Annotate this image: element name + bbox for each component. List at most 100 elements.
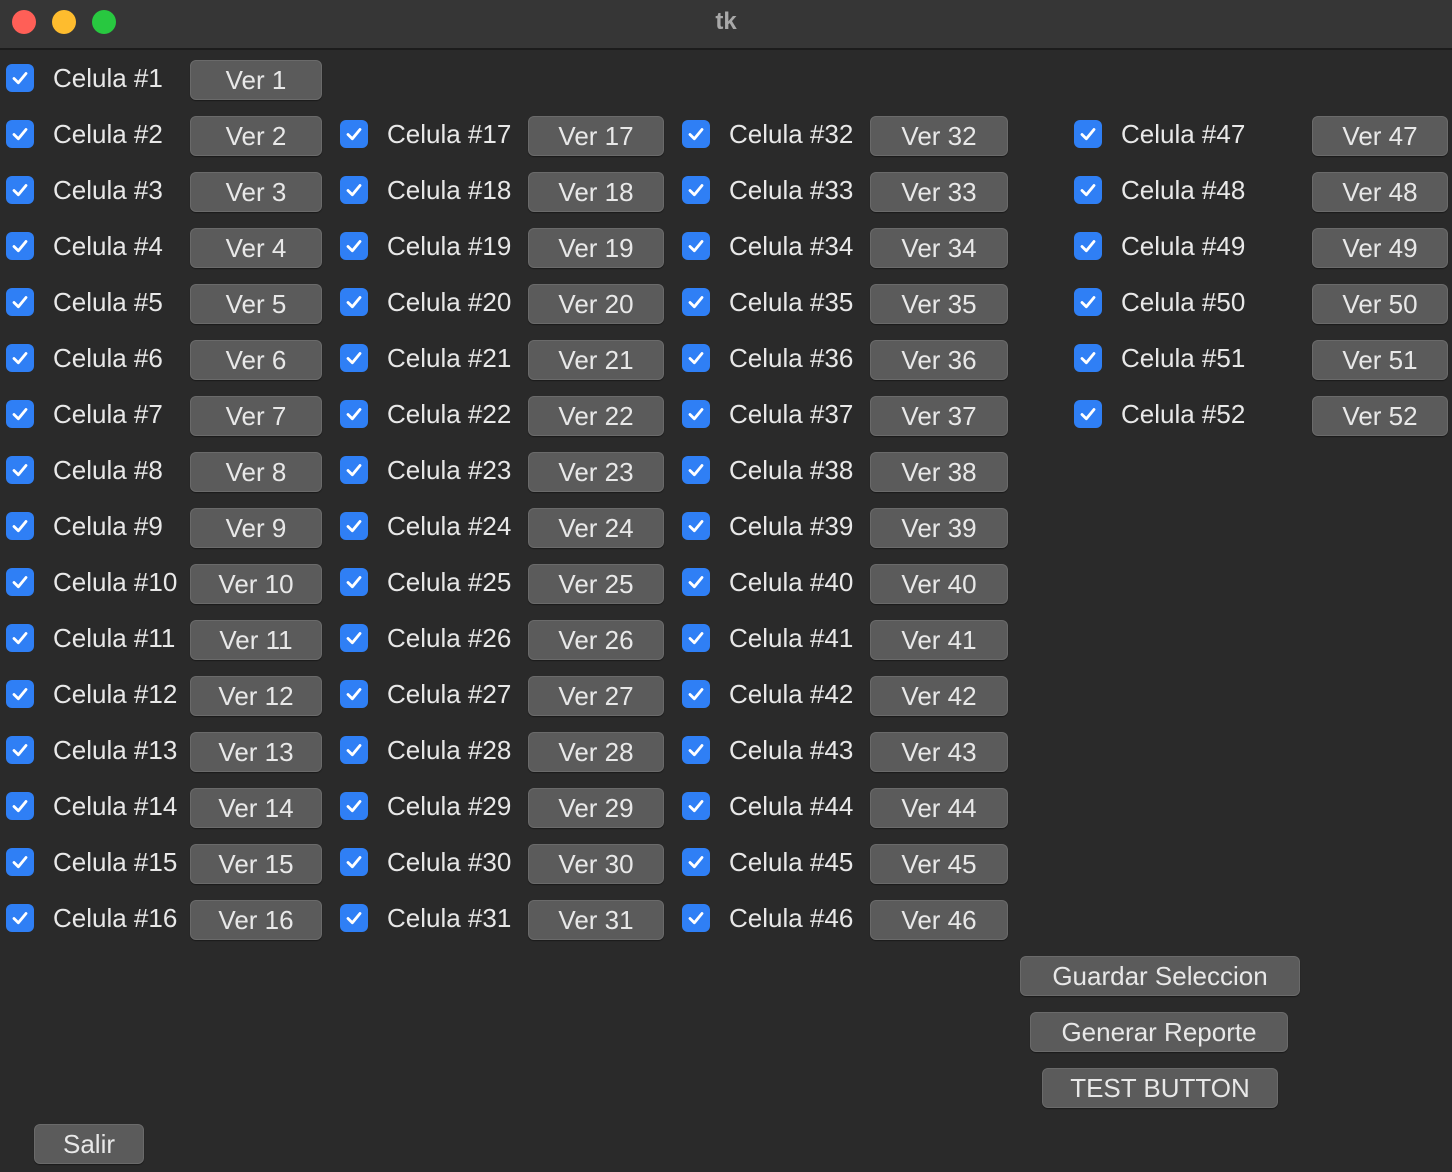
ver-button-47[interactable]: Ver 47 bbox=[1312, 116, 1448, 156]
cell-checkbox-1[interactable] bbox=[6, 64, 34, 92]
cell-checkbox-4[interactable] bbox=[6, 232, 34, 260]
ver-button-19[interactable]: Ver 19 bbox=[528, 228, 664, 268]
cell-checkbox-36[interactable] bbox=[682, 344, 710, 372]
ver-button-51[interactable]: Ver 51 bbox=[1312, 340, 1448, 380]
cell-checkbox-41[interactable] bbox=[682, 624, 710, 652]
ver-button-37[interactable]: Ver 37 bbox=[870, 396, 1008, 436]
cell-checkbox-12[interactable] bbox=[6, 680, 34, 708]
ver-button-35[interactable]: Ver 35 bbox=[870, 284, 1008, 324]
cell-checkbox-11[interactable] bbox=[6, 624, 34, 652]
ver-button-34[interactable]: Ver 34 bbox=[870, 228, 1008, 268]
cell-checkbox-24[interactable] bbox=[340, 512, 368, 540]
cell-checkbox-18[interactable] bbox=[340, 176, 368, 204]
ver-button-48[interactable]: Ver 48 bbox=[1312, 172, 1448, 212]
cell-checkbox-46[interactable] bbox=[682, 904, 710, 932]
cell-checkbox-8[interactable] bbox=[6, 456, 34, 484]
cell-checkbox-35[interactable] bbox=[682, 288, 710, 316]
ver-button-8[interactable]: Ver 8 bbox=[190, 452, 322, 492]
cell-checkbox-3[interactable] bbox=[6, 176, 34, 204]
cell-checkbox-15[interactable] bbox=[6, 848, 34, 876]
ver-button-44[interactable]: Ver 44 bbox=[870, 788, 1008, 828]
cell-checkbox-27[interactable] bbox=[340, 680, 368, 708]
ver-button-50[interactable]: Ver 50 bbox=[1312, 284, 1448, 324]
cell-checkbox-48[interactable] bbox=[1074, 176, 1102, 204]
ver-button-43[interactable]: Ver 43 bbox=[870, 732, 1008, 772]
ver-button-21[interactable]: Ver 21 bbox=[528, 340, 664, 380]
ver-button-1[interactable]: Ver 1 bbox=[190, 60, 322, 100]
cell-checkbox-9[interactable] bbox=[6, 512, 34, 540]
cell-checkbox-29[interactable] bbox=[340, 792, 368, 820]
generar-reporte-button[interactable]: Generar Reporte bbox=[1030, 1012, 1288, 1052]
ver-button-45[interactable]: Ver 45 bbox=[870, 844, 1008, 884]
ver-button-17[interactable]: Ver 17 bbox=[528, 116, 664, 156]
ver-button-20[interactable]: Ver 20 bbox=[528, 284, 664, 324]
cell-checkbox-51[interactable] bbox=[1074, 344, 1102, 372]
ver-button-40[interactable]: Ver 40 bbox=[870, 564, 1008, 604]
ver-button-27[interactable]: Ver 27 bbox=[528, 676, 664, 716]
cell-checkbox-7[interactable] bbox=[6, 400, 34, 428]
cell-checkbox-22[interactable] bbox=[340, 400, 368, 428]
cell-checkbox-33[interactable] bbox=[682, 176, 710, 204]
ver-button-49[interactable]: Ver 49 bbox=[1312, 228, 1448, 268]
ver-button-23[interactable]: Ver 23 bbox=[528, 452, 664, 492]
ver-button-36[interactable]: Ver 36 bbox=[870, 340, 1008, 380]
cell-checkbox-39[interactable] bbox=[682, 512, 710, 540]
ver-button-41[interactable]: Ver 41 bbox=[870, 620, 1008, 660]
cell-checkbox-50[interactable] bbox=[1074, 288, 1102, 316]
ver-button-10[interactable]: Ver 10 bbox=[190, 564, 322, 604]
ver-button-38[interactable]: Ver 38 bbox=[870, 452, 1008, 492]
cell-checkbox-38[interactable] bbox=[682, 456, 710, 484]
ver-button-15[interactable]: Ver 15 bbox=[190, 844, 322, 884]
cell-checkbox-42[interactable] bbox=[682, 680, 710, 708]
cell-checkbox-20[interactable] bbox=[340, 288, 368, 316]
cell-checkbox-13[interactable] bbox=[6, 736, 34, 764]
test-button[interactable]: TEST BUTTON bbox=[1042, 1068, 1278, 1108]
ver-button-4[interactable]: Ver 4 bbox=[190, 228, 322, 268]
ver-button-31[interactable]: Ver 31 bbox=[528, 900, 664, 940]
cell-checkbox-5[interactable] bbox=[6, 288, 34, 316]
ver-button-18[interactable]: Ver 18 bbox=[528, 172, 664, 212]
cell-checkbox-10[interactable] bbox=[6, 568, 34, 596]
ver-button-7[interactable]: Ver 7 bbox=[190, 396, 322, 436]
cell-checkbox-52[interactable] bbox=[1074, 400, 1102, 428]
cell-checkbox-43[interactable] bbox=[682, 736, 710, 764]
ver-button-3[interactable]: Ver 3 bbox=[190, 172, 322, 212]
ver-button-12[interactable]: Ver 12 bbox=[190, 676, 322, 716]
ver-button-52[interactable]: Ver 52 bbox=[1312, 396, 1448, 436]
ver-button-33[interactable]: Ver 33 bbox=[870, 172, 1008, 212]
ver-button-29[interactable]: Ver 29 bbox=[528, 788, 664, 828]
cell-checkbox-44[interactable] bbox=[682, 792, 710, 820]
cell-checkbox-16[interactable] bbox=[6, 904, 34, 932]
cell-checkbox-14[interactable] bbox=[6, 792, 34, 820]
ver-button-39[interactable]: Ver 39 bbox=[870, 508, 1008, 548]
ver-button-30[interactable]: Ver 30 bbox=[528, 844, 664, 884]
ver-button-9[interactable]: Ver 9 bbox=[190, 508, 322, 548]
ver-button-24[interactable]: Ver 24 bbox=[528, 508, 664, 548]
ver-button-13[interactable]: Ver 13 bbox=[190, 732, 322, 772]
cell-checkbox-6[interactable] bbox=[6, 344, 34, 372]
cell-checkbox-28[interactable] bbox=[340, 736, 368, 764]
cell-checkbox-25[interactable] bbox=[340, 568, 368, 596]
ver-button-5[interactable]: Ver 5 bbox=[190, 284, 322, 324]
salir-button[interactable]: Salir bbox=[34, 1124, 144, 1164]
guardar-seleccion-button[interactable]: Guardar Seleccion bbox=[1020, 956, 1300, 996]
ver-button-26[interactable]: Ver 26 bbox=[528, 620, 664, 660]
cell-checkbox-21[interactable] bbox=[340, 344, 368, 372]
ver-button-6[interactable]: Ver 6 bbox=[190, 340, 322, 380]
cell-checkbox-47[interactable] bbox=[1074, 120, 1102, 148]
cell-checkbox-45[interactable] bbox=[682, 848, 710, 876]
ver-button-42[interactable]: Ver 42 bbox=[870, 676, 1008, 716]
cell-checkbox-2[interactable] bbox=[6, 120, 34, 148]
cell-checkbox-34[interactable] bbox=[682, 232, 710, 260]
cell-checkbox-40[interactable] bbox=[682, 568, 710, 596]
cell-checkbox-49[interactable] bbox=[1074, 232, 1102, 260]
ver-button-32[interactable]: Ver 32 bbox=[870, 116, 1008, 156]
ver-button-16[interactable]: Ver 16 bbox=[190, 900, 322, 940]
cell-checkbox-17[interactable] bbox=[340, 120, 368, 148]
ver-button-28[interactable]: Ver 28 bbox=[528, 732, 664, 772]
ver-button-2[interactable]: Ver 2 bbox=[190, 116, 322, 156]
cell-checkbox-26[interactable] bbox=[340, 624, 368, 652]
ver-button-22[interactable]: Ver 22 bbox=[528, 396, 664, 436]
cell-checkbox-37[interactable] bbox=[682, 400, 710, 428]
cell-checkbox-19[interactable] bbox=[340, 232, 368, 260]
